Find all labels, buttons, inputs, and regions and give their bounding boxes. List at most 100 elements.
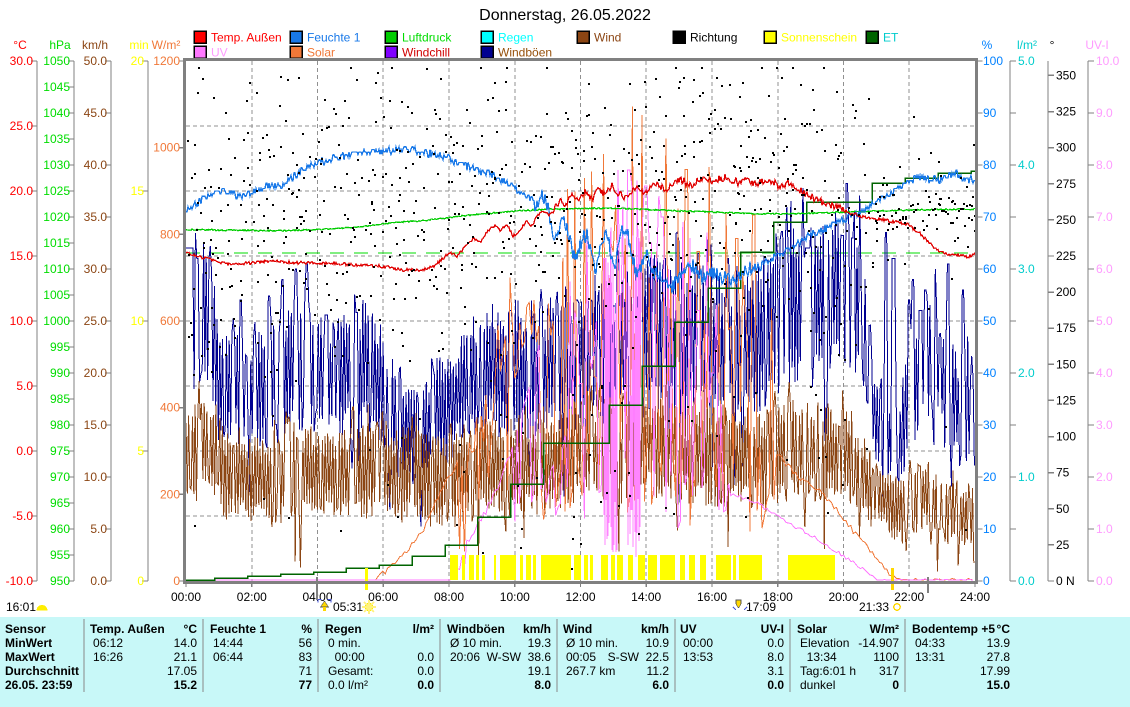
svg-text:960: 960: [50, 522, 70, 536]
svg-text:5.0: 5.0: [16, 379, 33, 393]
svg-text:17.99: 17.99: [980, 664, 1010, 678]
svg-text:km/h: km/h: [641, 622, 669, 636]
svg-text:0: 0: [892, 678, 899, 692]
svg-text:0: 0: [173, 574, 180, 588]
svg-text:6.0: 6.0: [652, 678, 669, 692]
svg-text:Elevation: Elevation: [800, 636, 849, 650]
svg-text:W/m²: W/m²: [152, 38, 181, 52]
svg-text:02:00: 02:00: [237, 590, 267, 604]
svg-text:N: N: [1066, 574, 1075, 588]
svg-text:8.0: 8.0: [1096, 158, 1113, 172]
svg-text:14:00: 14:00: [631, 590, 661, 604]
svg-text:UV-I: UV-I: [761, 622, 784, 636]
svg-text:83: 83: [299, 650, 313, 664]
svg-text:1050: 1050: [43, 54, 70, 68]
svg-text:UV: UV: [211, 46, 228, 60]
svg-text:20:06: 20:06: [450, 650, 480, 664]
svg-text:0.0: 0.0: [1096, 574, 1113, 588]
svg-text:Regen: Regen: [498, 31, 533, 45]
svg-text:MinWert: MinWert: [5, 636, 52, 650]
svg-text:1.0: 1.0: [1096, 522, 1113, 536]
svg-text:30: 30: [983, 418, 997, 432]
svg-text:0.0: 0.0: [417, 678, 434, 692]
svg-text:4.0: 4.0: [1018, 158, 1035, 172]
svg-text:800: 800: [160, 227, 180, 241]
svg-text:10.9: 10.9: [646, 636, 670, 650]
svg-text:1035: 1035: [43, 132, 70, 146]
svg-text:40.0: 40.0: [84, 158, 108, 172]
svg-text:3.0: 3.0: [1018, 262, 1035, 276]
svg-text:995: 995: [50, 340, 70, 354]
svg-text:15.0: 15.0: [987, 678, 1011, 692]
svg-text:275: 275: [1056, 177, 1076, 191]
svg-text:Donnerstag, 26.05.2022: Donnerstag, 26.05.2022: [479, 7, 651, 24]
svg-text:00:05: 00:05: [566, 650, 596, 664]
svg-text:19.3: 19.3: [528, 636, 552, 650]
svg-text:15.0: 15.0: [10, 249, 34, 263]
svg-text:27.8: 27.8: [987, 650, 1011, 664]
svg-text:1010: 1010: [43, 262, 70, 276]
svg-text:17:09: 17:09: [746, 600, 776, 614]
svg-text:77: 77: [299, 678, 313, 692]
svg-text:70: 70: [983, 210, 997, 224]
svg-text:08:00: 08:00: [434, 590, 464, 604]
svg-text:19.1: 19.1: [528, 664, 552, 678]
svg-text:4.0: 4.0: [1096, 366, 1113, 380]
svg-text:16:00: 16:00: [697, 590, 727, 604]
svg-text:250: 250: [1056, 213, 1076, 227]
svg-text:25: 25: [1056, 538, 1070, 552]
svg-text:1.0: 1.0: [1018, 470, 1035, 484]
svg-text:Luftdruck: Luftdruck: [402, 31, 452, 45]
svg-text:l/m²: l/m²: [1017, 38, 1037, 52]
svg-text:970: 970: [50, 470, 70, 484]
svg-text:5.0: 5.0: [1018, 54, 1035, 68]
svg-text:06:12: 06:12: [93, 636, 123, 650]
svg-text:0: 0: [137, 574, 144, 588]
svg-text:min: min: [129, 38, 148, 52]
svg-text:Wind: Wind: [563, 622, 592, 636]
svg-text:0.0: 0.0: [1018, 574, 1035, 588]
svg-text:hPa: hPa: [49, 38, 71, 52]
svg-text:300: 300: [1056, 141, 1076, 155]
svg-text:ET: ET: [883, 31, 899, 45]
svg-text:90: 90: [983, 106, 997, 120]
svg-text:20.0: 20.0: [10, 184, 34, 198]
svg-text:UV: UV: [680, 622, 697, 636]
svg-text:15.0: 15.0: [84, 418, 108, 432]
svg-text:km/h: km/h: [82, 38, 108, 52]
svg-text:Temp. Außen: Temp. Außen: [211, 31, 282, 45]
svg-text:°C: °C: [997, 622, 1011, 636]
svg-text:13.9: 13.9: [987, 636, 1011, 650]
svg-text:10: 10: [983, 522, 997, 536]
svg-text:975: 975: [50, 444, 70, 458]
svg-text:UV-I: UV-I: [1085, 38, 1108, 52]
svg-text:7.0: 7.0: [1096, 210, 1113, 224]
svg-text:9.0: 9.0: [1096, 106, 1113, 120]
svg-text:Tag:6:01 h: Tag:6:01 h: [800, 664, 856, 678]
svg-text:25.0: 25.0: [10, 119, 34, 133]
svg-text:14.0: 14.0: [174, 636, 198, 650]
svg-text:20:00: 20:00: [828, 590, 858, 604]
svg-text:22:00: 22:00: [894, 590, 924, 604]
svg-text:0.0: 0.0: [16, 444, 33, 458]
svg-text:71: 71: [299, 664, 313, 678]
svg-text:Temp. Außen: Temp. Außen: [90, 622, 165, 636]
svg-text:%: %: [301, 622, 312, 636]
svg-text:20: 20: [131, 54, 145, 68]
svg-text:Ø 10 min.: Ø 10 min.: [566, 636, 618, 650]
svg-text:35.0: 35.0: [84, 210, 108, 224]
svg-text:317: 317: [879, 664, 899, 678]
svg-text:10: 10: [131, 314, 145, 328]
svg-text:125: 125: [1056, 393, 1076, 407]
svg-text:1030: 1030: [43, 158, 70, 172]
svg-text:1040: 1040: [43, 106, 70, 120]
svg-text:30.0: 30.0: [84, 262, 108, 276]
svg-text:2.0: 2.0: [1018, 366, 1035, 380]
svg-text:0.0: 0.0: [90, 574, 107, 588]
svg-text:45.0: 45.0: [84, 106, 108, 120]
svg-text:100: 100: [1056, 430, 1076, 444]
svg-text:Sensor: Sensor: [5, 622, 46, 636]
svg-text:21.1: 21.1: [174, 650, 198, 664]
svg-text:0.0 l/m²: 0.0 l/m²: [328, 678, 368, 692]
svg-text:W/m²: W/m²: [870, 622, 899, 636]
